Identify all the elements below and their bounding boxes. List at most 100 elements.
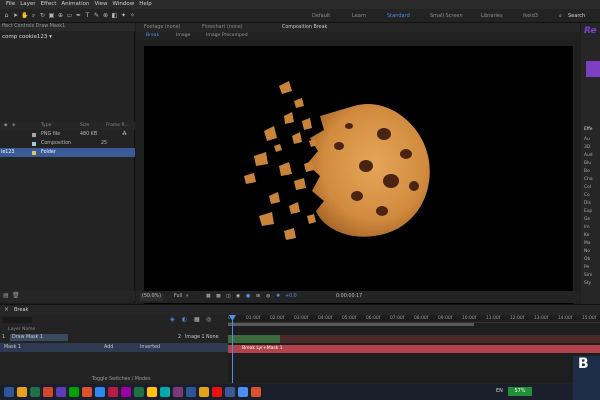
- taskbar-app-icon[interactable]: [108, 387, 118, 397]
- taskbar-app-icon[interactable]: [82, 387, 92, 397]
- timeline-tab[interactable]: Break: [14, 307, 28, 313]
- timeline-tracks[interactable]: 0f 01:00f 02:00f 03:00f 04:00f 05:00f 06…: [228, 315, 600, 383]
- mask-visibility-icon[interactable]: ◫: [226, 293, 231, 301]
- trash-icon[interactable]: 🗑: [12, 292, 20, 299]
- home-icon[interactable]: ⌂: [3, 12, 10, 19]
- taskbar-app-icon[interactable]: [121, 387, 131, 397]
- clone-tool-icon[interactable]: ⊗: [102, 12, 109, 19]
- clip-bar[interactable]: Break Lyr+Mask 1: [228, 345, 600, 353]
- menu-layer[interactable]: Layer: [20, 0, 35, 9]
- battery-indicator[interactable]: 57%: [508, 387, 532, 396]
- effect-category[interactable]: Cha: [584, 177, 593, 182]
- effect-category[interactable]: Col: [584, 185, 591, 190]
- taskbar-app-icon[interactable]: [199, 387, 209, 397]
- layer-row[interactable]: 1 Draw Mask 1 2 Image 1 None: [0, 333, 228, 342]
- select-tool-icon[interactable]: ➤: [12, 12, 19, 19]
- start-icon[interactable]: [4, 387, 14, 397]
- grid-icon[interactable]: ⊞: [256, 293, 260, 301]
- search-label[interactable]: Search: [568, 12, 585, 20]
- subtab-image-precomped[interactable]: Image Precomped: [206, 32, 248, 40]
- column-size[interactable]: Size: [80, 121, 89, 130]
- timecode-display[interactable]: 0:00:00:17: [336, 293, 362, 301]
- taskbar-app-icon[interactable]: [69, 387, 79, 397]
- layer-bar-green[interactable]: [228, 335, 280, 343]
- taskbar-app-icon[interactable]: [173, 387, 183, 397]
- eraser-tool-icon[interactable]: ◧: [111, 12, 118, 19]
- draft-3d-icon[interactable]: ◈: [170, 316, 175, 323]
- table-row[interactable]: ie123 Folder: [0, 148, 135, 157]
- effect-category[interactable]: 3D: [584, 145, 590, 150]
- rect-tool-icon[interactable]: ▭: [66, 12, 73, 19]
- layer-name[interactable]: Image 1: [185, 333, 205, 342]
- composition-viewer[interactable]: [144, 46, 573, 309]
- motion-blur-icon[interactable]: ◎: [206, 316, 211, 323]
- mask-row[interactable]: Mask 1 Add Inverted: [0, 343, 228, 352]
- taskbar-app-icon[interactable]: [212, 387, 222, 397]
- taskbar-app-icon[interactable]: [160, 387, 170, 397]
- workspace-libraries[interactable]: Libraries: [481, 12, 503, 20]
- resolution-dropdown[interactable]: Full: [174, 293, 182, 301]
- anchor-tool-icon[interactable]: ⊕: [57, 12, 64, 19]
- roto-tool-icon[interactable]: ✦: [120, 12, 127, 19]
- taskbar-app-icon[interactable]: [56, 387, 66, 397]
- effect-category[interactable]: Co: [584, 193, 590, 198]
- type-tool-icon[interactable]: T: [84, 12, 91, 19]
- mask-inverted[interactable]: Inverted: [140, 343, 160, 352]
- effect-category[interactable]: Bo: [584, 169, 590, 174]
- pen-tool-icon[interactable]: ✒: [75, 12, 82, 19]
- exposure-icon[interactable]: ✺: [276, 293, 280, 301]
- zoom-tool-icon[interactable]: ⌕: [30, 12, 37, 19]
- taskbar-app-icon[interactable]: [30, 387, 40, 397]
- frame-blend-icon[interactable]: ▦: [194, 316, 200, 323]
- column-type[interactable]: Type: [41, 121, 51, 130]
- taskbar-app-icon[interactable]: [238, 387, 248, 397]
- effect-category[interactable]: Ob: [584, 257, 590, 262]
- effect-controls-tab[interactable]: ffect Controls Draw Mask1: [0, 23, 135, 31]
- menu-help[interactable]: Help: [139, 0, 152, 9]
- workspace-small-screen[interactable]: Small Screen: [430, 12, 463, 20]
- new-folder-icon[interactable]: ▤: [3, 292, 9, 299]
- tab-flowchart[interactable]: Flowchart (none): [202, 23, 243, 32]
- effect-category[interactable]: Dis: [584, 201, 591, 206]
- exposure-value[interactable]: +0.0: [285, 293, 297, 301]
- subtab-image[interactable]: Image: [176, 32, 190, 40]
- menu-animation[interactable]: Animation: [61, 0, 89, 9]
- layer-name[interactable]: Draw Mask 1: [10, 334, 68, 341]
- taskbar-app-icon[interactable]: [186, 387, 196, 397]
- effect-category[interactable]: Ke: [584, 233, 589, 238]
- search-icon[interactable]: ⌕: [559, 12, 562, 20]
- menu-window[interactable]: Window: [113, 0, 135, 9]
- region-icon[interactable]: ▦: [206, 293, 211, 301]
- effect-category[interactable]: No: [584, 249, 590, 254]
- shy-layers-icon[interactable]: ◐: [182, 316, 187, 323]
- tab-composition[interactable]: Composition Break: [282, 23, 327, 32]
- menu-effect[interactable]: Effect: [41, 0, 57, 9]
- mask-name[interactable]: Mask 1: [4, 343, 21, 352]
- taskbar-app-icon[interactable]: [43, 387, 53, 397]
- workspace-default[interactable]: Default: [312, 12, 330, 20]
- effect-category[interactable]: Ge: [584, 217, 590, 222]
- table-row[interactable]: PNG file 480 KB ⁂: [0, 130, 135, 139]
- camera-tool-icon[interactable]: ▣: [48, 12, 55, 19]
- camera-snapshot-icon[interactable]: ◉: [236, 293, 240, 301]
- taskbar-app-icon[interactable]: [17, 387, 27, 397]
- workspace-standard[interactable]: Standard: [387, 12, 410, 20]
- tab-footage[interactable]: Footage (none): [144, 23, 181, 32]
- effect-category[interactable]: Au: [584, 137, 590, 142]
- language-indicator[interactable]: EN: [496, 388, 503, 394]
- column-frame-rate[interactable]: Frame R...: [106, 121, 129, 130]
- color-channel-icon[interactable]: ●: [246, 293, 250, 301]
- brush-tool-icon[interactable]: ✎: [93, 12, 100, 19]
- workspace-learn[interactable]: Learn: [352, 12, 366, 20]
- mask-mode[interactable]: Add: [104, 343, 113, 352]
- hand-tool-icon[interactable]: ✋: [21, 12, 28, 19]
- layer-parent[interactable]: None: [206, 333, 219, 342]
- zoom-level[interactable]: (50.0%): [140, 293, 163, 301]
- puppet-tool-icon[interactable]: ✧: [129, 12, 136, 19]
- effect-category[interactable]: Sty: [584, 281, 591, 286]
- table-row[interactable]: Composition 25: [0, 139, 135, 148]
- view-options-icon[interactable]: ◍: [266, 293, 270, 301]
- toggle-switches-modes[interactable]: Toggle Switches / Modes: [92, 377, 151, 382]
- effect-category[interactable]: Im: [584, 225, 590, 230]
- taskbar-app-icon[interactable]: [147, 387, 157, 397]
